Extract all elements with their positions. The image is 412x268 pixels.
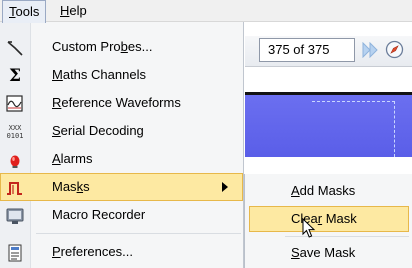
menu-help[interactable]: Help <box>54 0 93 22</box>
probe-icon <box>7 41 23 56</box>
mask-outline <box>312 101 395 157</box>
preferences-icon <box>8 244 22 262</box>
submenu-item-add-masks[interactable]: Add Masks <box>249 178 409 204</box>
masks-submenu: Add Masks Clear Mask Save Mask <box>244 174 412 268</box>
compass-icon[interactable] <box>385 40 404 59</box>
menu-item-preferences[interactable]: Preferences... <box>0 238 243 266</box>
menu-item-reference-waveforms[interactable]: Reference Waveforms <box>0 89 243 117</box>
menu-bar: Tools Help <box>0 0 412 23</box>
serial-decoding-icon: XXX 0101 <box>6 124 24 140</box>
waveform-icon <box>6 95 23 112</box>
mouse-cursor-icon <box>302 218 316 238</box>
menu-separator <box>36 233 241 234</box>
tools-menu: Custom Probes... Σ Maths Channels Refere… <box>0 22 244 268</box>
submenu-item-clear-mask[interactable]: Clear Mask <box>249 206 409 232</box>
menu-item-alarms[interactable]: Alarms <box>0 145 243 173</box>
sigma-icon: Σ <box>8 66 22 86</box>
menu-item-maths-channels[interactable]: Σ Maths Channels <box>0 61 243 89</box>
submenu-item-save-mask[interactable]: Save Mask <box>249 240 409 266</box>
next-page-icon[interactable] <box>362 42 380 58</box>
macro-recorder-icon <box>6 208 24 224</box>
submenu-arrow-icon <box>222 182 228 192</box>
menu-item-macro-recorder[interactable]: Macro Recorder <box>0 201 243 229</box>
mask-pulse-icon <box>7 182 22 195</box>
alarm-icon <box>10 155 20 168</box>
menu-item-serial-decoding[interactable]: XXX 0101 Serial Decoding <box>0 117 243 145</box>
menu-tools[interactable]: Tools <box>2 0 47 23</box>
menu-item-custom-probes[interactable]: Custom Probes... <box>0 33 243 61</box>
menu-item-masks[interactable]: Masks <box>0 173 243 201</box>
buffer-page-counter[interactable]: 375 of 375 <box>259 38 355 62</box>
